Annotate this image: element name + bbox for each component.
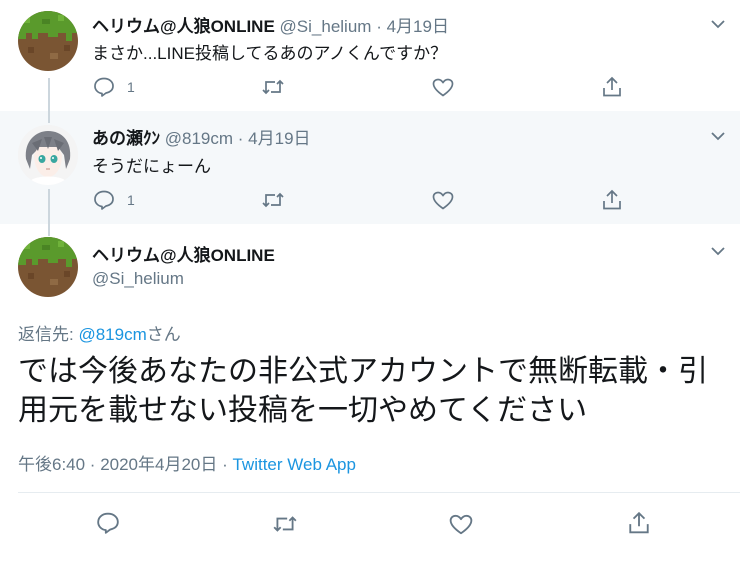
divider <box>18 492 740 493</box>
tweet-timestamp[interactable]: 午後6:40 · 2020年4月20日 · <box>18 455 232 474</box>
share-icon <box>603 76 621 97</box>
tweet-text: まさか...LINE投稿してるあのアノくんですか？ <box>92 44 448 63</box>
heart-icon <box>449 514 473 535</box>
reply-button[interactable] <box>96 512 120 534</box>
author-handle[interactable]: @Si_helium <box>280 17 372 36</box>
retweet-icon <box>262 79 284 95</box>
tweet-source-link[interactable]: Twitter Web App <box>232 455 355 474</box>
reply-context: 返信先: @819cmさん <box>18 320 181 345</box>
thread-connector <box>48 111 50 123</box>
retweet-icon <box>273 516 297 532</box>
tweet-metadata: 午後6:40 · 2020年4月20日 · Twitter Web App <box>18 450 356 475</box>
share-icon <box>603 189 621 210</box>
tweet-date[interactable]: 4月19日 <box>387 17 449 36</box>
share-button[interactable] <box>601 189 623 211</box>
separator-dot: · <box>237 129 244 148</box>
reply-count: 1 <box>127 79 135 95</box>
main-tweet: ヘリウム@人狼ONLINE @Si_helium 返信先: @819cmさん で… <box>0 224 740 561</box>
tweet-2[interactable]: あの瀬ｸﾝ @819cm · 4月19日 そうだにょーん 1 <box>0 111 740 224</box>
author-name[interactable]: あの瀬ｸﾝ <box>92 129 160 148</box>
thread-connector <box>48 189 50 224</box>
retweet-button[interactable] <box>261 191 285 209</box>
reply-button[interactable]: 1 <box>93 77 135 97</box>
reply-prefix: 返信先: <box>18 325 79 344</box>
author-name[interactable]: ヘリウム@人狼ONLINE <box>92 241 275 266</box>
reply-suffix: さん <box>146 325 181 344</box>
grass-block-avatar-icon[interactable] <box>18 237 78 297</box>
reply-icon <box>94 77 114 97</box>
heart-icon <box>432 191 454 210</box>
reply-icon <box>97 512 119 534</box>
share-button[interactable] <box>627 511 651 535</box>
reply-button[interactable]: 1 <box>93 190 135 210</box>
reply-handle-link[interactable]: @819cm <box>78 325 146 344</box>
like-button[interactable] <box>449 514 473 535</box>
like-button[interactable] <box>432 78 454 97</box>
separator-dot: · <box>376 17 382 36</box>
anime-character-avatar-icon[interactable] <box>18 125 78 185</box>
retweet-button[interactable] <box>261 78 285 96</box>
thread-connector <box>48 224 50 236</box>
reply-count: 1 <box>127 192 135 208</box>
author-handle[interactable]: @Si_helium <box>92 269 184 289</box>
heart-icon <box>432 78 454 97</box>
author-handle[interactable]: @819cm <box>165 129 233 148</box>
chevron-down-icon[interactable] <box>708 241 728 261</box>
thread-connector <box>48 78 50 111</box>
tweet-1[interactable]: ヘリウム@人狼ONLINE @Si_helium · 4月19日 まさか...L… <box>0 0 740 111</box>
tweet-date[interactable]: 4月19日 <box>248 129 310 148</box>
like-button[interactable] <box>432 191 454 210</box>
chevron-down-icon[interactable] <box>708 14 728 34</box>
share-icon <box>629 511 649 534</box>
share-button[interactable] <box>601 76 623 98</box>
reply-icon <box>94 190 114 210</box>
retweet-button[interactable] <box>272 514 298 534</box>
author-name[interactable]: ヘリウム@人狼ONLINE <box>92 17 275 36</box>
chevron-down-icon[interactable] <box>708 126 728 146</box>
main-tweet-text: では今後あなたの非公式アカウントで無断転載・引用元を載せない投稿を一切やめてくだ… <box>18 355 708 427</box>
tweet-text: そうだにょーん <box>92 157 211 176</box>
grass-block-avatar-icon[interactable] <box>18 11 78 71</box>
retweet-icon <box>262 192 284 208</box>
